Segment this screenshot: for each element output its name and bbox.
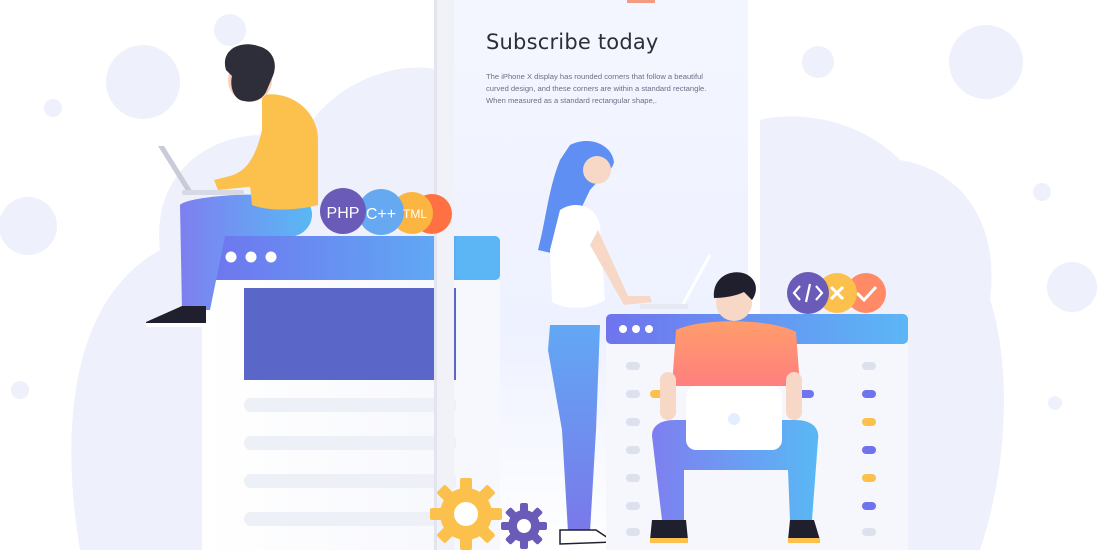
man2-shoe-sole	[788, 538, 820, 543]
text-line	[244, 398, 458, 412]
cpp-badge-label: C++	[366, 206, 396, 223]
text-line	[244, 436, 458, 450]
woman-shoe	[559, 529, 617, 545]
laptop-logo	[728, 413, 740, 425]
window-dot	[645, 325, 653, 333]
man-shirt	[240, 94, 318, 210]
man2-shirt	[672, 321, 800, 386]
window-dot	[265, 251, 277, 263]
window-dot	[245, 251, 257, 263]
window-dot	[632, 325, 640, 333]
gear-icon	[430, 478, 502, 550]
status-icons	[787, 272, 886, 314]
phone-side-tab	[456, 236, 500, 280]
man-shoe-sole	[146, 323, 206, 327]
woman-pants	[548, 325, 600, 532]
window-dot	[619, 325, 627, 333]
html-badge-label: TML	[403, 207, 427, 221]
man2-shoe	[650, 520, 688, 540]
woman-laptop-base	[640, 304, 688, 309]
hero-image-block	[244, 288, 458, 380]
gear-icon	[501, 503, 547, 549]
text-line	[244, 474, 458, 488]
woman-laptop-screen	[680, 254, 712, 307]
woman-head	[583, 156, 611, 184]
foreground-illustration: PHP C++ TML	[146, 0, 908, 550]
text-line	[244, 512, 458, 526]
page-fold-line	[434, 0, 437, 550]
window-dot	[225, 251, 237, 263]
laptop-screen	[158, 146, 194, 194]
man2-arm-right	[786, 372, 802, 420]
man2-arm-left	[660, 372, 676, 420]
language-badges: PHP C++ TML	[320, 188, 452, 235]
man2-shoe-sole	[650, 538, 688, 543]
php-badge-label: PHP	[327, 205, 360, 222]
laptop-base	[182, 190, 244, 195]
